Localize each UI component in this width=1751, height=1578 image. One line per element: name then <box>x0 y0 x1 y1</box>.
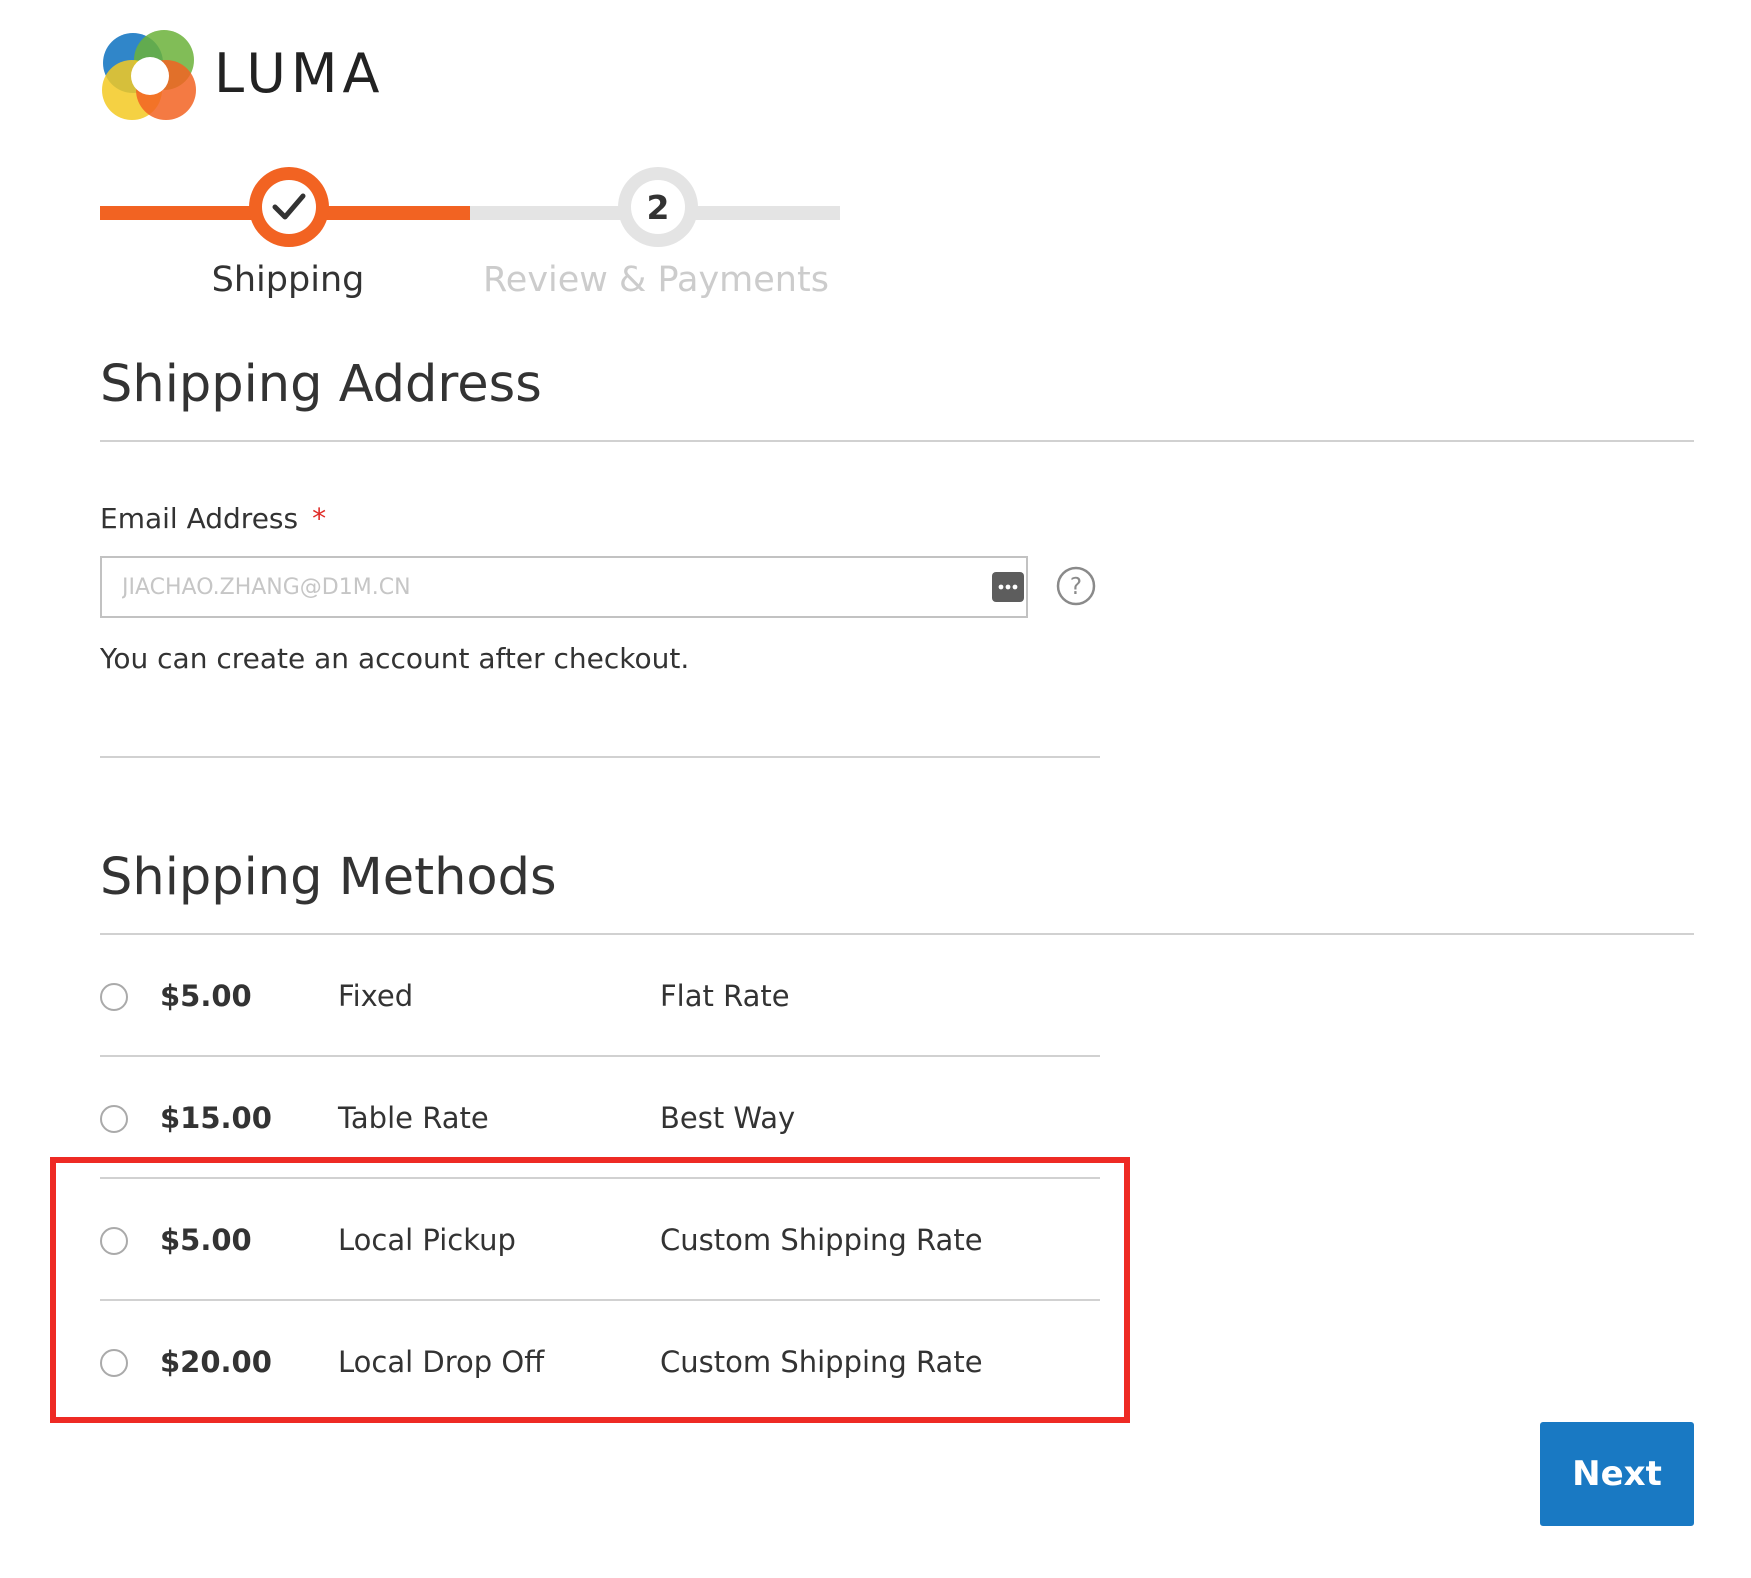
luma-logo-icon <box>102 30 196 120</box>
email-label-text: Email Address <box>100 502 299 535</box>
divider <box>100 1055 1100 1057</box>
divider <box>100 440 1694 442</box>
step-review-label: Review & Payments <box>483 260 829 300</box>
brand-name: LUMA <box>214 42 385 105</box>
carrier-title: Flat Rate <box>660 979 790 1013</box>
radio-button[interactable] <box>100 983 128 1011</box>
step-shipping-label[interactable]: Shipping <box>88 260 488 300</box>
step-number: 2 <box>631 180 685 234</box>
divider <box>100 756 1100 758</box>
shipping-address-title: Shipping Address <box>100 355 542 414</box>
method-title: Table Rate <box>338 1101 489 1135</box>
svg-text:?: ? <box>1070 574 1082 600</box>
next-button[interactable]: Next <box>1540 1422 1694 1526</box>
divider <box>100 933 1694 935</box>
highlight-annotation-box <box>50 1157 1130 1423</box>
account-note: You can create an account after checkout… <box>100 642 690 675</box>
checkmark-icon <box>262 180 316 234</box>
shipping-method-row[interactable]: $5.00 Fixed Flat Rate <box>100 979 1100 1103</box>
method-title: Fixed <box>338 979 414 1013</box>
shipping-methods-title: Shipping Methods <box>100 848 557 907</box>
method-price: $15.00 <box>160 1101 272 1135</box>
email-input[interactable] <box>100 556 1028 618</box>
question-circle-icon[interactable]: ? <box>1056 566 1096 606</box>
radio-button[interactable] <box>100 1105 128 1133</box>
password-manager-icon[interactable] <box>992 572 1024 602</box>
method-price: $5.00 <box>160 979 252 1013</box>
carrier-title: Best Way <box>660 1101 796 1135</box>
required-mark: * <box>312 502 327 535</box>
email-label: Email Address * <box>100 502 326 535</box>
